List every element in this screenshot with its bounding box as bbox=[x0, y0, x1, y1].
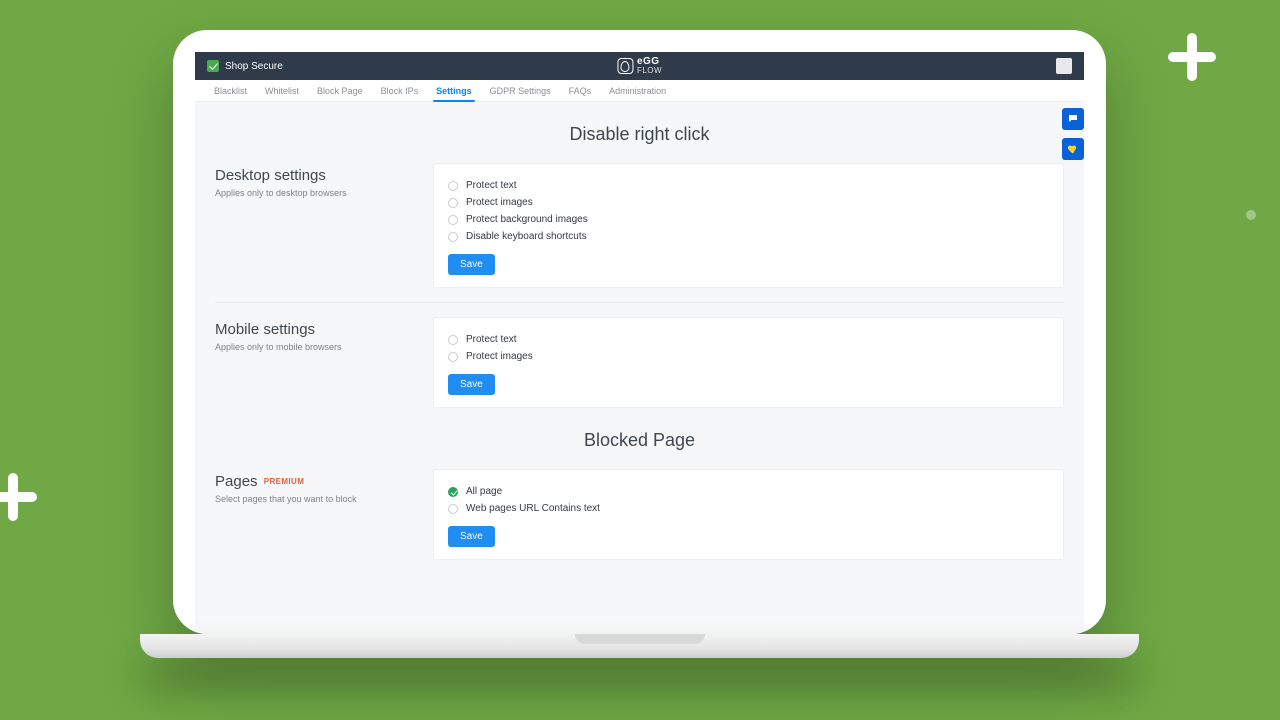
tab-blacklist[interactable]: Blacklist bbox=[213, 80, 248, 101]
save-button[interactable]: Save bbox=[448, 254, 495, 275]
radio-icon[interactable] bbox=[448, 181, 458, 191]
radio-icon[interactable] bbox=[448, 487, 458, 497]
option-row[interactable]: Web pages URL Contains text bbox=[448, 503, 1049, 514]
option-row[interactable]: Protect text bbox=[448, 180, 1049, 191]
option-row[interactable]: Protect text bbox=[448, 334, 1049, 345]
save-button[interactable]: Save bbox=[448, 374, 495, 395]
laptop-notch bbox=[575, 634, 705, 644]
mobile-settings-title: Mobile settings bbox=[215, 321, 415, 338]
option-label: Protect text bbox=[466, 180, 517, 191]
row-pages: Pages PREMIUM Select pages that you want… bbox=[215, 469, 1064, 560]
page-body: Disable right click Desktop settings App… bbox=[195, 102, 1084, 634]
decor-dot-icon bbox=[1246, 210, 1256, 220]
tab-whitelist[interactable]: Whitelist bbox=[264, 80, 300, 101]
tabbar: Blacklist Whitelist Block Page Block IPs Set… bbox=[195, 80, 1084, 102]
decor-plus-icon bbox=[0, 470, 40, 524]
tab-settings[interactable]: Settings bbox=[435, 80, 473, 101]
option-label: Web pages URL Contains text bbox=[466, 503, 600, 514]
laptop-base bbox=[140, 634, 1139, 658]
option-row[interactable]: Protect background images bbox=[448, 214, 1049, 225]
radio-icon[interactable] bbox=[448, 352, 458, 362]
desktop-settings-title: Desktop settings bbox=[215, 167, 415, 184]
decor-plus-icon bbox=[1165, 30, 1219, 84]
desktop-settings-subtitle: Applies only to desktop browsers bbox=[215, 188, 415, 198]
option-label: Protect images bbox=[466, 351, 533, 362]
avatar[interactable] bbox=[1056, 58, 1072, 74]
laptop-screen: Shop Secure eGG FLOW BlacklistWhitelistB… bbox=[173, 30, 1106, 634]
app-brand: Shop Secure bbox=[207, 60, 283, 72]
option-row[interactable]: Protect images bbox=[448, 351, 1049, 362]
option-row[interactable]: Disable keyboard shortcuts bbox=[448, 231, 1049, 242]
divider bbox=[215, 302, 1064, 303]
desktop-settings-panel: Protect text Protect images Protect backgr… bbox=[433, 163, 1064, 288]
tab-block-ips[interactable]: Block IPs bbox=[380, 80, 420, 101]
row-mobile-settings: Mobile settings Applies only to mobile b… bbox=[215, 317, 1064, 408]
chat-icon[interactable] bbox=[1062, 108, 1084, 130]
option-label: Protect images bbox=[466, 197, 533, 208]
floating-actions bbox=[1062, 108, 1084, 160]
option-row[interactable]: All page bbox=[448, 486, 1049, 497]
shield-icon bbox=[207, 60, 219, 72]
logo: eGG FLOW bbox=[617, 57, 662, 75]
radio-icon[interactable] bbox=[448, 232, 458, 242]
logo-text-bottom: FLOW bbox=[637, 67, 662, 75]
tab-block-page[interactable]: Block Page bbox=[316, 80, 364, 101]
mobile-settings-subtitle: Applies only to mobile browsers bbox=[215, 342, 415, 352]
app-name: Shop Secure bbox=[225, 61, 283, 72]
option-row[interactable]: Protect images bbox=[448, 197, 1049, 208]
option-label: Protect text bbox=[466, 334, 517, 345]
option-label: All page bbox=[466, 486, 502, 497]
heart-icon[interactable] bbox=[1062, 138, 1084, 160]
pages-subtitle: Select pages that you want to block bbox=[215, 494, 415, 504]
pages-panel: All page Web pages URL Contains text Save bbox=[433, 469, 1064, 560]
option-label: Protect background images bbox=[466, 214, 588, 225]
tab-gdpr-settings[interactable]: GDPR Settings bbox=[489, 80, 552, 101]
section-title-disable-right-click: Disable right click bbox=[215, 124, 1064, 145]
pages-title: Pages PREMIUM bbox=[215, 473, 415, 490]
logo-icon bbox=[617, 58, 633, 74]
tab-administration[interactable]: Administration bbox=[608, 80, 667, 101]
radio-icon[interactable] bbox=[448, 504, 458, 514]
mobile-settings-panel: Protect text Protect images Save bbox=[433, 317, 1064, 408]
radio-icon[interactable] bbox=[448, 335, 458, 345]
app-frame: Shop Secure eGG FLOW BlacklistWhitelistB… bbox=[195, 52, 1084, 634]
topbar: Shop Secure eGG FLOW bbox=[195, 52, 1084, 80]
option-label: Disable keyboard shortcuts bbox=[466, 231, 587, 242]
tab-faqs[interactable]: FAQs bbox=[568, 80, 593, 101]
row-desktop-settings: Desktop settings Applies only to desktop… bbox=[215, 163, 1064, 288]
save-button[interactable]: Save bbox=[448, 526, 495, 547]
radio-icon[interactable] bbox=[448, 215, 458, 225]
section-title-blocked-page: Blocked Page bbox=[215, 430, 1064, 451]
pages-title-text: Pages bbox=[215, 473, 258, 490]
premium-badge: PREMIUM bbox=[264, 477, 305, 486]
radio-icon[interactable] bbox=[448, 198, 458, 208]
